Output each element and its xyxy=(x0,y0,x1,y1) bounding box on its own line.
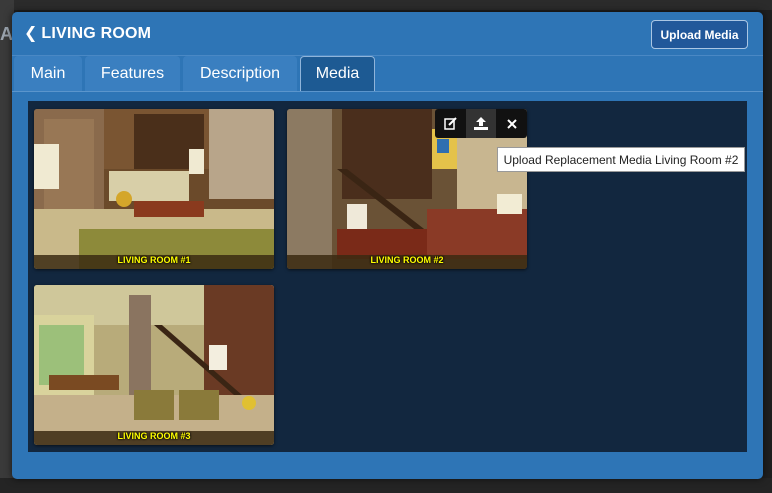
close-icon xyxy=(506,118,517,129)
edit-icon xyxy=(444,117,457,130)
media-thumbnail xyxy=(34,109,274,269)
tab-divider xyxy=(12,91,763,92)
media-thumbnail xyxy=(34,285,274,445)
modal-title: LIVING ROOM xyxy=(41,25,152,42)
modal-header: ❮ LIVING ROOM Upload Media xyxy=(12,12,763,56)
upload-replacement-button[interactable] xyxy=(465,109,497,138)
media-action-toolbar xyxy=(435,109,527,138)
upload-tooltip: Upload Replacement Media Living Room #2 xyxy=(497,147,745,172)
back-link[interactable]: ❮ LIVING ROOM xyxy=(24,25,151,43)
tab-features[interactable]: Features xyxy=(85,56,180,91)
backdrop-footer xyxy=(0,478,772,493)
edit-button[interactable] xyxy=(435,109,466,138)
tab-bar: Main Features Description Media xyxy=(14,56,754,92)
media-caption: LIVING ROOM #3 xyxy=(117,431,191,441)
media-caption: LIVING ROOM #2 xyxy=(370,255,444,265)
media-card[interactable]: LIVING ROOM #1 xyxy=(34,109,274,269)
chevron-left-icon: ❮ xyxy=(24,25,38,42)
delete-button[interactable] xyxy=(496,109,527,138)
tab-main[interactable]: Main xyxy=(14,56,82,91)
tab-media[interactable]: Media xyxy=(300,56,375,91)
media-card[interactable]: LIVING ROOM #3 xyxy=(34,285,274,445)
upload-media-button[interactable]: Upload Media xyxy=(651,20,748,49)
media-caption: LIVING ROOM #1 xyxy=(117,255,191,265)
upload-icon xyxy=(474,117,488,130)
backdrop-topbar xyxy=(0,0,772,10)
tab-description[interactable]: Description xyxy=(183,56,297,91)
